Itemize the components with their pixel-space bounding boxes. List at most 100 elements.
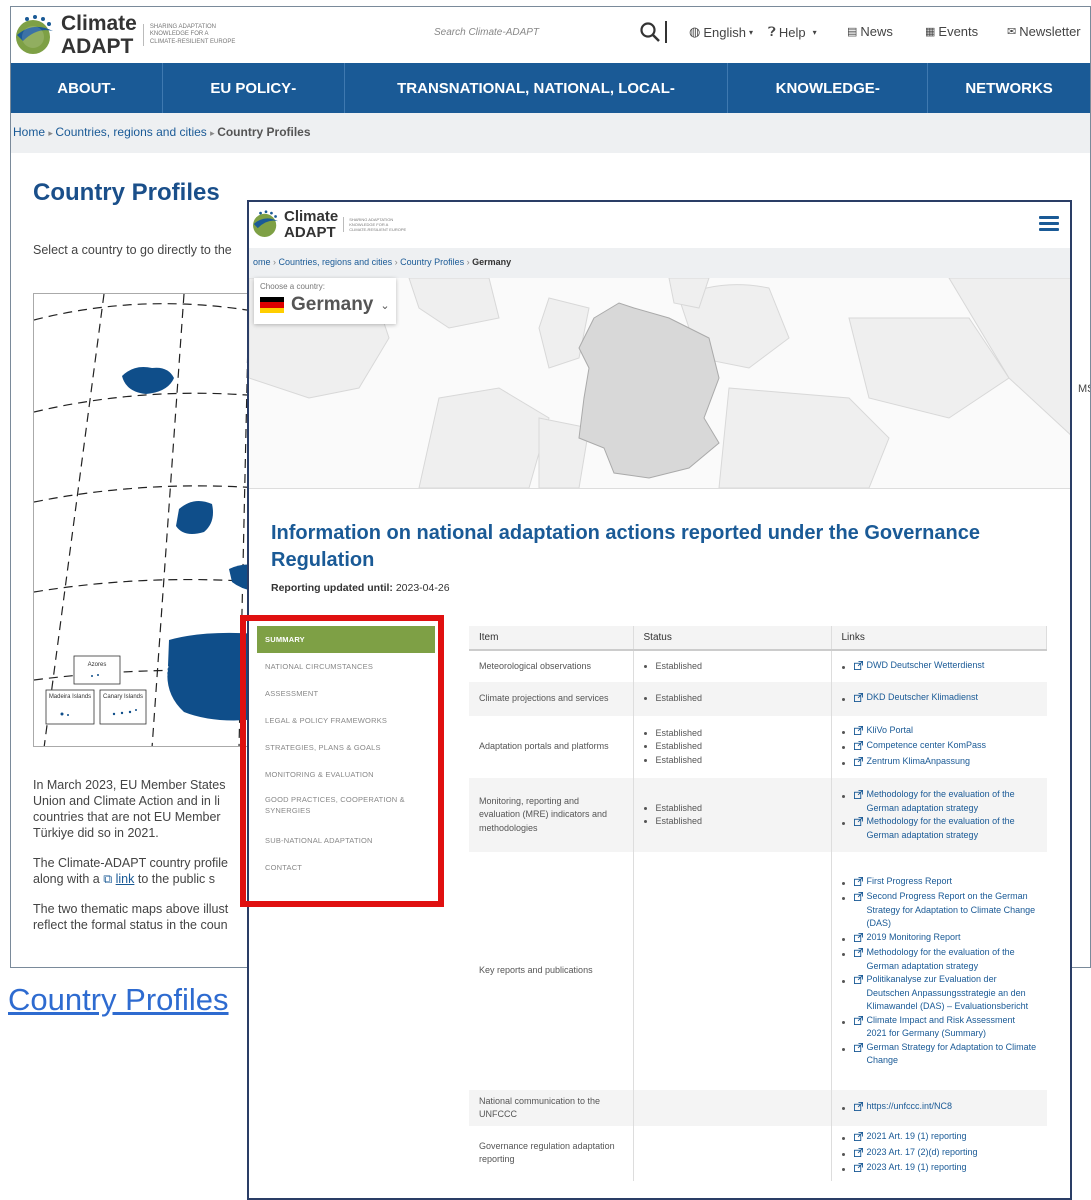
resource-link[interactable]: KliVo Portal xyxy=(867,724,914,740)
resource-link[interactable]: Methodology for the evaluation of the Ge… xyxy=(867,788,1037,815)
resource-link[interactable]: 2023 Art. 19 (1) reporting xyxy=(867,1161,967,1177)
events-label: Events xyxy=(938,24,979,39)
table-row: Monitoring, reporting and evaluation (MR… xyxy=(469,778,1047,852)
question-icon: ❓︎ xyxy=(768,24,776,39)
paragraph-text: The Climate-ADAPT country profile xyxy=(33,856,228,870)
nav-transnational[interactable]: TRANSNATIONAL, NATIONAL, LOCAL - xyxy=(345,63,729,113)
breadcrumb-home[interactable]: ome xyxy=(253,257,271,267)
link-item: 2023 Art. 19 (1) reporting xyxy=(853,1161,1037,1177)
external-link-icon xyxy=(853,890,863,931)
link-item: First Progress Report xyxy=(853,875,1037,891)
resource-link[interactable]: Methodology for the evaluation of the Ge… xyxy=(867,815,1037,842)
table-row: Climate projections and services Establis… xyxy=(469,682,1047,716)
caret-down-icon: - xyxy=(874,79,880,97)
table-header-status: Status xyxy=(633,626,832,651)
country-selector[interactable]: Choose a country: Germany ⌄ xyxy=(254,278,396,324)
resource-link[interactable]: First Progress Report xyxy=(867,875,953,891)
nav-label: KNOWLEDGE xyxy=(775,79,875,97)
resource-link[interactable]: Politikanalyse zur Evaluation der Deutsc… xyxy=(867,973,1037,1014)
resource-link[interactable]: Second Progress Report on the German Str… xyxy=(867,890,1037,931)
breadcrumb-country-profiles[interactable]: Country Profiles xyxy=(400,257,464,267)
resource-link[interactable]: https://unfccc.int/NC8 xyxy=(867,1100,953,1116)
search-icon[interactable] xyxy=(639,21,661,43)
table-cell-status xyxy=(633,1126,832,1181)
nav-label: EU POLICY xyxy=(210,79,292,97)
breadcrumb-countries[interactable]: Countries, regions and cities xyxy=(279,257,393,267)
canary-label: Canary Islands xyxy=(103,694,143,700)
status-value: Established xyxy=(656,660,821,674)
country-selector-value: Germany xyxy=(291,294,374,315)
breadcrumb: ome › Countries, regions and cities › Co… xyxy=(249,248,1070,278)
link-item: Second Progress Report on the German Str… xyxy=(853,890,1037,931)
nav-label: ABOUT xyxy=(57,79,111,97)
table-row: Meteorological observations Established DW… xyxy=(469,650,1047,682)
country-selector-label: Choose a country: xyxy=(260,282,325,291)
paragraph-text: to the public s xyxy=(137,872,216,886)
resource-link[interactable]: Climate Impact and Risk Assessment 2021 … xyxy=(867,1014,1037,1041)
resource-link[interactable]: DWD Deutscher Wetterdienst xyxy=(867,659,985,675)
tagline-line: SHARING ADAPTATION xyxy=(149,23,216,30)
paragraph-text: The two thematic maps above illust xyxy=(33,902,229,916)
status-value: Established xyxy=(656,692,821,706)
azores-label: Azores xyxy=(88,662,107,668)
climate-adapt-logo[interactable]: Climate ADAPT SHARING ADAPTATION KNOWLED… xyxy=(251,208,406,240)
resource-link[interactable]: 2021 Art. 19 (1) reporting xyxy=(867,1130,967,1146)
external-link-icon: ⧉ xyxy=(103,872,113,886)
external-link-icon xyxy=(853,1014,863,1041)
external-link-icon xyxy=(853,1100,863,1116)
link-item: Politikanalyse zur Evaluation der Deutsc… xyxy=(853,973,1037,1014)
caret-down-icon: - xyxy=(110,79,116,97)
language-label: English xyxy=(703,24,746,40)
table-row: Adaptation portals and platformsEstablis… xyxy=(469,716,1047,778)
table-cell-item: Meteorological observations xyxy=(469,650,634,682)
link-item: Zentrum KlimaAnpassung xyxy=(853,755,1037,771)
table-header-item: Item xyxy=(469,626,634,651)
events-link[interactable]: ▦ Events xyxy=(925,24,978,39)
link-item: Methodology for the evaluation of the Ge… xyxy=(853,815,1037,842)
external-link-icon xyxy=(853,724,863,740)
link-item: Methodology for the evaluation of the Ge… xyxy=(853,788,1037,815)
nav-networks[interactable]: NETWORKS xyxy=(928,63,1090,113)
table-row: Key reports and publications First Progre… xyxy=(469,852,1047,1090)
logo-tagline: SHARING ADAPTATION KNOWLEDGE FOR A CLIMA… xyxy=(343,216,407,232)
logo-tagline: SHARING ADAPTATION KNOWLEDGE FOR A CLIMA… xyxy=(142,23,235,47)
nav-label: TRANSNATIONAL, NATIONAL, LOCAL xyxy=(397,79,670,97)
status-value: Established xyxy=(656,802,821,816)
status-value: Established xyxy=(656,815,821,829)
link-item: German Strategy for Adaptation to Climat… xyxy=(853,1041,1037,1068)
nav-knowledge[interactable]: KNOWLEDGE - xyxy=(728,63,929,113)
resource-link[interactable]: 2019 Monitoring Report xyxy=(867,931,961,947)
section-heading: Information on national adaptation actio… xyxy=(271,522,980,571)
resource-link[interactable]: DKD Deutscher Klimadienst xyxy=(867,691,979,707)
resource-link[interactable]: 2023 Art. 17 (2)(d) reporting xyxy=(867,1146,978,1162)
public-link[interactable]: link xyxy=(116,872,135,886)
climate-adapt-logo[interactable]: Climate ADAPT SHARING ADAPTATION KNOWLED… xyxy=(13,13,235,57)
germany-flag-icon xyxy=(260,297,284,313)
tagline-line: CLIMATE-RESILIENT EUROPE xyxy=(349,226,407,232)
breadcrumb-countries[interactable]: Countries, regions and cities xyxy=(55,125,206,139)
nav-about[interactable]: ABOUT - xyxy=(11,63,163,113)
resource-link[interactable]: German Strategy for Adaptation to Climat… xyxy=(867,1041,1037,1068)
language-selector[interactable]: ◍ English ▾ xyxy=(689,24,753,40)
newsletter-link[interactable]: ✉ Newsletter xyxy=(1007,24,1081,39)
resource-link[interactable]: Zentrum KlimaAnpassung xyxy=(867,755,971,771)
calendar-icon: ▦ xyxy=(925,26,936,38)
table-cell-links: First Progress ReportSecond Progress Rep… xyxy=(831,852,1047,1090)
hamburger-menu-icon[interactable] xyxy=(1039,216,1059,232)
resource-link[interactable]: Competence center KomPass xyxy=(867,739,987,755)
reporting-updated: Reporting updated until: 2023-04-26 xyxy=(271,582,450,594)
nav-eu-policy[interactable]: EU POLICY - xyxy=(163,63,345,113)
search-input[interactable]: Search Climate-ADAPT xyxy=(434,27,539,38)
status-value: Established xyxy=(656,727,821,741)
table-cell-item: Monitoring, reporting and evaluation (MR… xyxy=(469,778,634,852)
link-item: KliVo Portal xyxy=(853,724,1037,740)
resource-link[interactable]: Methodology for the evaluation of the Ge… xyxy=(867,946,1037,973)
breadcrumb-home[interactable]: Home xyxy=(13,125,45,139)
news-link[interactable]: ▤ News xyxy=(847,24,893,39)
help-menu[interactable]: ❓︎ Help ▾ xyxy=(768,24,817,40)
table-cell-links: DWD Deutscher Wetterdienst xyxy=(831,650,1047,682)
europe-map[interactable]: Azores Madeira Islands Canary Islands xyxy=(33,293,258,747)
country-profiles-link[interactable]: Country Profiles xyxy=(8,982,229,1018)
link-item: DWD Deutscher Wetterdienst xyxy=(853,659,1037,675)
external-link-icon xyxy=(853,1130,863,1146)
